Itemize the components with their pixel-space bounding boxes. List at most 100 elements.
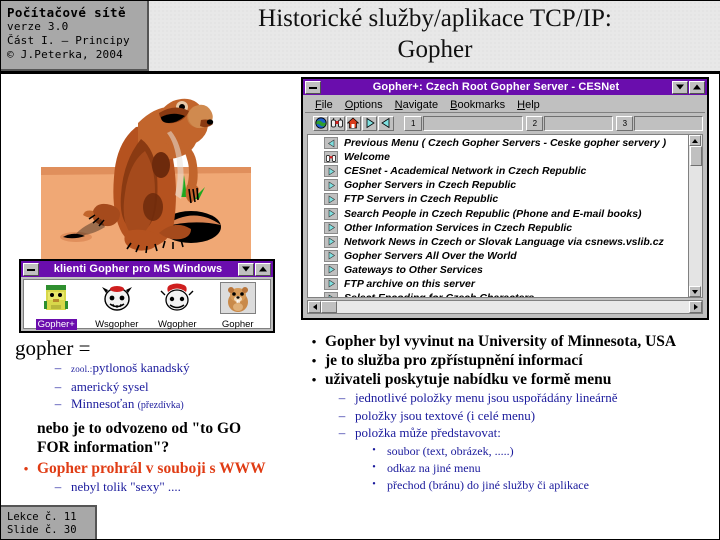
list-item[interactable]: Network News in Czech or Slovak Language… bbox=[308, 235, 688, 249]
main-bullet-text: Gopher byl vyvinut na University of Minn… bbox=[325, 333, 677, 350]
sub-bullet-text: položky jsou textové (i celé menu) bbox=[355, 407, 536, 423]
globe-icon[interactable] bbox=[313, 115, 329, 131]
menu-options[interactable]: Options bbox=[345, 99, 383, 111]
bookmark-tag-2[interactable]: 2 bbox=[525, 115, 544, 131]
menu-triangle-icon bbox=[324, 292, 338, 297]
minimize-box-icon[interactable] bbox=[23, 262, 39, 276]
scroll-right-button[interactable] bbox=[689, 301, 702, 313]
sub-sub-bullet-text: odkaz na jiné menu bbox=[387, 460, 481, 475]
list-item[interactable]: Search People in Czech Republic (Phone a… bbox=[308, 206, 688, 220]
lost-to-www-bullet: • Gopher prohrál v souboji s WWW bbox=[15, 460, 295, 478]
menu-bookmarks[interactable]: Bookmarks bbox=[450, 99, 505, 111]
horizontal-scrollbar[interactable] bbox=[307, 300, 703, 314]
slide-footer-box: Lekce č. 11 Slide č. 30 bbox=[1, 505, 97, 539]
gopher-plus-icon bbox=[39, 283, 73, 313]
origin-statement-line1: nebo je to odvozeno od "to GO bbox=[37, 419, 242, 437]
list-item-label: Gopher Servers All Over the World bbox=[344, 249, 517, 262]
binoculars-icon[interactable] bbox=[329, 115, 345, 131]
list-item[interactable]: Other Information Services in Czech Repu… bbox=[308, 221, 688, 235]
program-group-window[interactable]: klienti Gopher pro MS Windows Gopher+ Ws… bbox=[19, 259, 275, 333]
list-item[interactable]: Gopher Servers All Over the World bbox=[308, 249, 688, 263]
gopher-toolbar: 1 2 3 bbox=[305, 114, 705, 132]
back-triangle-icon bbox=[324, 137, 338, 150]
program-item-wgopher[interactable]: Wgopher bbox=[149, 283, 206, 332]
menu-triangle-icon bbox=[324, 193, 338, 206]
maximize-button[interactable] bbox=[689, 80, 705, 94]
definition-text: americký sysel bbox=[71, 378, 149, 394]
sub-bullet: – jednotlivé položky menu jsou uspořádán… bbox=[329, 390, 713, 407]
sub-bullet: – položky jsou textové (i celé menu) bbox=[329, 408, 713, 425]
vertical-scrollbar[interactable] bbox=[688, 135, 702, 297]
gopher-window-title: Gopher+: Czech Root Gopher Server - CESN… bbox=[372, 81, 620, 93]
scroll-down-button[interactable] bbox=[689, 286, 701, 297]
scroll-left-button[interactable] bbox=[308, 301, 321, 313]
horizontal-scroll-track[interactable] bbox=[337, 301, 689, 313]
program-item-wsgopher[interactable]: Wsgopher bbox=[89, 283, 146, 332]
sub-sub-bullet: • odkaz na jiné menu bbox=[361, 460, 713, 476]
menu-navigate[interactable]: Navigate bbox=[395, 99, 438, 111]
menu-file[interactable]: File bbox=[315, 99, 333, 111]
bullet-dot: • bbox=[372, 444, 376, 456]
bookmark-tag-1[interactable]: 1 bbox=[404, 115, 422, 131]
list-item-label: CESnet - Academical Network in Czech Rep… bbox=[344, 165, 587, 178]
list-item[interactable]: Gateways to Other Services bbox=[308, 263, 688, 277]
sub-bullet-text: položka může představovat: bbox=[355, 425, 501, 440]
gopher-definition-heading: gopher = bbox=[15, 336, 91, 360]
list-item[interactable]: Previous Menu ( Czech Gopher Servers - C… bbox=[308, 136, 688, 150]
maximize-button[interactable] bbox=[255, 262, 271, 276]
list-item[interactable]: FTP archive on this server bbox=[308, 277, 688, 291]
bookmark-field-2[interactable] bbox=[544, 115, 613, 131]
home-icon[interactable] bbox=[345, 115, 362, 131]
restore-down-button[interactable] bbox=[238, 262, 254, 276]
sub-sub-bullet-text: přechod (bránu) do jiné služby či aplika… bbox=[387, 477, 589, 492]
bookmark-field-1[interactable] bbox=[422, 115, 523, 131]
bookmark-field-3[interactable] bbox=[634, 115, 704, 131]
dash-bullet: – bbox=[54, 378, 62, 394]
program-group-titlebar: klienti Gopher pro MS Windows bbox=[21, 261, 273, 277]
course-title: Počítačové sítě bbox=[7, 5, 126, 20]
bullet-dot: • bbox=[23, 460, 29, 476]
main-bullet-text: je to služba pro zpřístupnění informací bbox=[325, 352, 583, 369]
program-item-gopher-plus[interactable]: Gopher+ bbox=[28, 283, 85, 332]
footer-slide-number: Slide č. 30 bbox=[7, 524, 77, 536]
list-item[interactable]: FTP Servers in Czech Republic bbox=[308, 192, 688, 206]
gopher-client-window[interactable]: Gopher+: Czech Root Gopher Server - CESN… bbox=[301, 77, 709, 320]
scroll-up-button[interactable] bbox=[689, 135, 701, 146]
dash-bullet: – bbox=[338, 425, 346, 440]
list-item-label: Other Information Services in Czech Repu… bbox=[344, 221, 573, 234]
horizontal-scroll-thumb[interactable] bbox=[321, 301, 337, 313]
list-item[interactable]: Gopher Servers in Czech Republic bbox=[308, 178, 688, 192]
bullet-dot: • bbox=[311, 372, 317, 387]
minimize-box-icon[interactable] bbox=[305, 80, 321, 94]
main-bullet: • je to služba pro zpřístupnění informac… bbox=[303, 352, 713, 370]
gopher-menu-bar: File Options Navigate Bookmarks Help bbox=[305, 97, 705, 113]
menu-triangle-icon bbox=[324, 235, 338, 248]
bookmark-tag-3[interactable]: 3 bbox=[615, 115, 634, 131]
gopher-icon bbox=[219, 282, 256, 314]
forward-triangle-icon[interactable] bbox=[362, 115, 378, 131]
restore-down-button[interactable] bbox=[672, 80, 688, 94]
main-bullet: • uživateli poskytuje nabídku ve formě m… bbox=[303, 371, 713, 389]
sub-sub-bullet-text: soubor (text, obrázek, .....) bbox=[387, 443, 514, 458]
definition-prefix: zool.: bbox=[71, 364, 93, 374]
left-content-column: gopher = – zool.:pytlonoš kanadský – ame… bbox=[15, 336, 295, 496]
program-item-gopher[interactable]: Gopher bbox=[210, 282, 267, 332]
footer-lesson: Lekce č. 11 bbox=[7, 511, 77, 523]
menu-help[interactable]: Help bbox=[517, 99, 540, 111]
sub-sub-bullet: • přechod (bránu) do jiné služby či apli… bbox=[361, 477, 713, 493]
program-item-label: Gopher+ bbox=[35, 319, 77, 330]
list-item[interactable]: Welcome bbox=[308, 150, 688, 164]
page-title: Historické služby/aplikace TCP/IP: Gophe… bbox=[149, 3, 720, 65]
program-item-label: Wsgopher bbox=[95, 319, 139, 330]
back-triangle-icon[interactable] bbox=[378, 115, 394, 131]
lost-to-www-sub-text: nebyl tolik "sexy" .... bbox=[71, 478, 181, 494]
vertical-scroll-thumb[interactable] bbox=[689, 146, 702, 166]
list-item-label: Gopher Servers in Czech Republic bbox=[344, 179, 517, 192]
list-item[interactable]: CESnet - Academical Network in Czech Rep… bbox=[308, 164, 688, 178]
lost-to-www-text: Gopher prohrál v souboji s WWW bbox=[37, 459, 266, 477]
list-item[interactable]: Select Encoding for Czech Characters bbox=[308, 291, 688, 297]
course-version: verze 3.0 bbox=[7, 20, 69, 33]
list-item-label: FTP archive on this server bbox=[344, 277, 475, 290]
gopher-item-list[interactable]: Previous Menu ( Czech Gopher Servers - C… bbox=[307, 134, 703, 298]
page-title-line2: Gopher bbox=[397, 36, 473, 63]
